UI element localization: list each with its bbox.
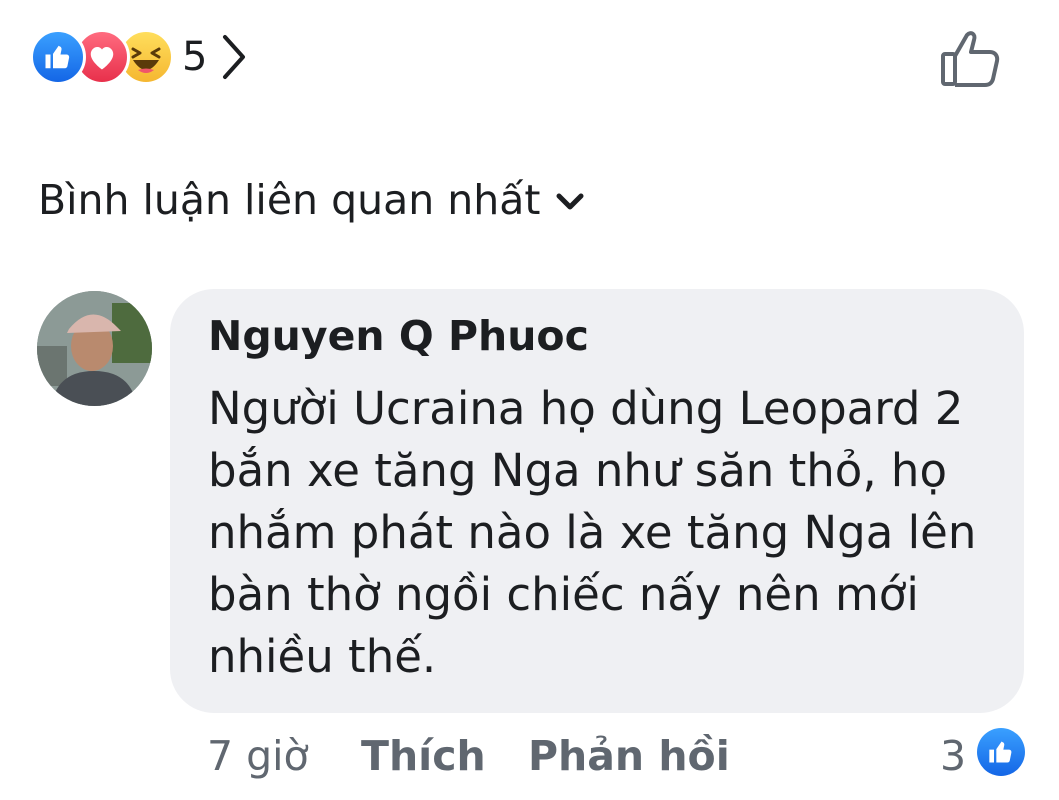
reaction-count[interactable]: 5 <box>182 34 207 80</box>
comment-sort-dropdown[interactable]: Bình luận liên quan nhất <box>38 176 584 224</box>
comment-like-count[interactable]: 3 <box>940 732 966 780</box>
like-icon[interactable] <box>977 728 1025 776</box>
comment-line: bàn thờ ngồi chiếc nấy nên mới <box>208 568 919 621</box>
reply-button[interactable]: Phản hồi <box>528 732 730 780</box>
reactions-summary[interactable]: 5 <box>30 24 247 90</box>
like-reaction-icon <box>30 29 86 85</box>
comment-line: nhắm phát nào là xe tăng Nga lên <box>208 506 977 559</box>
like-outline-icon[interactable] <box>938 28 1002 90</box>
comment-actions: 7 giờ Thích Phản hồi 3 <box>0 732 1059 782</box>
comment-line: Người Ucraina họ dùng Leopard 2 <box>208 382 964 435</box>
like-button[interactable]: Thích <box>361 732 486 780</box>
chevron-down-icon <box>556 193 584 210</box>
comment-author-name[interactable]: Nguyen Q Phuoc <box>208 312 589 360</box>
comment-line: nhiều thế. <box>208 630 437 683</box>
sort-label: Bình luận liên quan nhất <box>38 176 541 224</box>
comment-line: bắn xe tăng Nga như săn thỏ, họ <box>208 444 947 497</box>
chevron-right-icon[interactable] <box>221 34 247 80</box>
avatar[interactable] <box>37 291 152 406</box>
comment-text: Người Ucraina họ dùng Leopard 2 bắn xe t… <box>208 378 1008 688</box>
comment-timestamp[interactable]: 7 giờ <box>207 732 309 780</box>
